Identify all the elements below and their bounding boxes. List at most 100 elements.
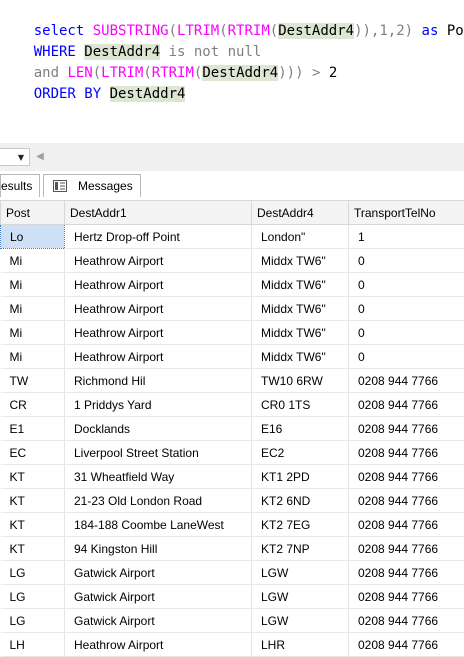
table-row[interactable]: TWRichmond HilTW10 6RW0208 944 7766 (1, 369, 464, 393)
cell-post[interactable]: Mi (1, 345, 65, 369)
cell-post[interactable]: E1 (1, 417, 65, 441)
table-row[interactable]: CR1 Priddys YardCR0 1TS0208 944 7766 (1, 393, 464, 417)
tab-results[interactable]: esults (0, 174, 40, 197)
cell-post[interactable]: LG (1, 585, 65, 609)
table-row[interactable]: MiHeathrow AirportMiddx TW6"0 (1, 345, 464, 369)
cell-transporttelno[interactable]: 0208 944 7766 (349, 633, 464, 657)
results-grid[interactable]: Post DestAddr1 DestAddr4 TransportTelNo … (0, 200, 464, 657)
cell-transporttelno[interactable]: 1 (349, 225, 464, 249)
column-header-transporttelno[interactable]: TransportTelNo (349, 201, 464, 225)
cell-transporttelno[interactable]: 0208 944 7766 (349, 393, 464, 417)
cell-destaddr4[interactable]: KT2 7NP (252, 537, 349, 561)
cell-destaddr4[interactable]: LGW (252, 609, 349, 633)
cell-post[interactable]: LG (1, 609, 65, 633)
cell-destaddr4[interactable]: E16 (252, 417, 349, 441)
cell-destaddr1[interactable]: Heathrow Airport (65, 633, 252, 657)
table-row[interactable]: KT21-23 Old London RoadKT2 6ND0208 944 7… (1, 489, 464, 513)
cell-transporttelno[interactable]: 0 (349, 321, 464, 345)
cell-transporttelno[interactable]: 0208 944 7766 (349, 609, 464, 633)
cell-destaddr4[interactable]: London" (252, 225, 349, 249)
cell-destaddr4[interactable]: LGW (252, 585, 349, 609)
cell-post[interactable]: TW (1, 369, 65, 393)
table-row[interactable]: KT184-188 Coombe LaneWestKT2 7EG0208 944… (1, 513, 464, 537)
cell-post[interactable]: KT (1, 513, 65, 537)
table-row[interactable]: MiHeathrow AirportMiddx TW6"0 (1, 249, 464, 273)
cell-destaddr1[interactable]: 21-23 Old London Road (65, 489, 252, 513)
horizontal-scrollbar[interactable] (0, 143, 464, 172)
cell-transporttelno[interactable]: 0208 944 7766 (349, 537, 464, 561)
cell-destaddr1[interactable]: 94 Kingston Hill (65, 537, 252, 561)
cell-transporttelno[interactable]: 0208 944 7766 (349, 585, 464, 609)
cell-destaddr1[interactable]: Docklands (65, 417, 252, 441)
cell-transporttelno[interactable]: 0208 944 7766 (349, 465, 464, 489)
table-row[interactable]: LoHertz Drop-off PointLondon"1 (1, 225, 464, 249)
cell-transporttelno[interactable]: 0208 944 7766 (349, 369, 464, 393)
table-row[interactable]: LGGatwick AirportLGW0208 944 7766 (1, 585, 464, 609)
cell-destaddr1[interactable]: Hertz Drop-off Point (65, 225, 252, 249)
cell-transporttelno[interactable]: 0208 944 7766 (349, 513, 464, 537)
cell-destaddr4[interactable]: EC2 (252, 441, 349, 465)
cell-post[interactable]: Mi (1, 297, 65, 321)
cell-destaddr4[interactable]: Middx TW6" (252, 297, 349, 321)
cell-destaddr1[interactable]: Heathrow Airport (65, 297, 252, 321)
cell-post[interactable]: KT (1, 465, 65, 489)
cell-destaddr4[interactable]: LHR (252, 633, 349, 657)
cell-destaddr1[interactable]: 1 Priddys Yard (65, 393, 252, 417)
zoom-dropdown[interactable]: ▼ (0, 148, 30, 166)
cell-post[interactable]: Mi (1, 321, 65, 345)
table-row[interactable]: ECLiverpool Street StationEC20208 944 77… (1, 441, 464, 465)
cell-post[interactable]: LH (1, 633, 65, 657)
cell-transporttelno[interactable]: 0 (349, 273, 464, 297)
cell-post[interactable]: Mi (1, 273, 65, 297)
cell-transporttelno[interactable]: 0 (349, 345, 464, 369)
cell-transporttelno[interactable]: 0208 944 7766 (349, 489, 464, 513)
table-row[interactable]: KT94 Kingston HillKT2 7NP0208 944 7766 (1, 537, 464, 561)
cell-destaddr4[interactable]: KT2 6ND (252, 489, 349, 513)
cell-destaddr1[interactable]: Gatwick Airport (65, 609, 252, 633)
cell-destaddr4[interactable]: Middx TW6" (252, 345, 349, 369)
column-header-destaddr4[interactable]: DestAddr4 (252, 201, 349, 225)
cell-post[interactable]: KT (1, 489, 65, 513)
cell-destaddr4[interactable]: Middx TW6" (252, 321, 349, 345)
table-row[interactable]: KT31 Wheatfield WayKT1 2PD0208 944 7766 (1, 465, 464, 489)
cell-destaddr1[interactable]: Gatwick Airport (65, 561, 252, 585)
cell-post[interactable]: CR (1, 393, 65, 417)
cell-post[interactable]: Lo (1, 225, 65, 249)
tab-messages[interactable]: Messages (43, 174, 141, 197)
table-row[interactable]: LGGatwick AirportLGW0208 944 7766 (1, 609, 464, 633)
cell-destaddr1[interactable]: Heathrow Airport (65, 321, 252, 345)
table-row[interactable]: MiHeathrow AirportMiddx TW6"0 (1, 297, 464, 321)
cell-transporttelno[interactable]: 0208 944 7766 (349, 441, 464, 465)
cell-destaddr4[interactable]: Middx TW6" (252, 273, 349, 297)
cell-post[interactable]: KT (1, 537, 65, 561)
cell-transporttelno[interactable]: 0208 944 7766 (349, 417, 464, 441)
cell-destaddr4[interactable]: CR0 1TS (252, 393, 349, 417)
cell-destaddr4[interactable]: TW10 6RW (252, 369, 349, 393)
cell-post[interactable]: LG (1, 561, 65, 585)
cell-destaddr1[interactable]: Heathrow Airport (65, 249, 252, 273)
cell-destaddr1[interactable]: Richmond Hil (65, 369, 252, 393)
cell-transporttelno[interactable]: 0208 944 7766 (349, 561, 464, 585)
cell-destaddr4[interactable]: KT2 7EG (252, 513, 349, 537)
chevron-left-icon[interactable]: ◀ (34, 148, 46, 166)
table-row[interactable]: LHHeathrow AirportLHR0208 944 7766 (1, 633, 464, 657)
cell-post[interactable]: Mi (1, 249, 65, 273)
column-header-destaddr1[interactable]: DestAddr1 (65, 201, 252, 225)
cell-destaddr4[interactable]: KT1 2PD (252, 465, 349, 489)
cell-destaddr1[interactable]: Gatwick Airport (65, 585, 252, 609)
cell-post[interactable]: EC (1, 441, 65, 465)
table-row[interactable]: MiHeathrow AirportMiddx TW6"0 (1, 321, 464, 345)
table-row[interactable]: LGGatwick AirportLGW0208 944 7766 (1, 561, 464, 585)
cell-destaddr1[interactable]: Heathrow Airport (65, 273, 252, 297)
cell-transporttelno[interactable]: 0 (349, 297, 464, 321)
cell-destaddr4[interactable]: LGW (252, 561, 349, 585)
cell-destaddr1[interactable]: Liverpool Street Station (65, 441, 252, 465)
cell-destaddr1[interactable]: 31 Wheatfield Way (65, 465, 252, 489)
table-row[interactable]: MiHeathrow AirportMiddx TW6"0 (1, 273, 464, 297)
cell-destaddr1[interactable]: 184-188 Coombe LaneWest (65, 513, 252, 537)
cell-transporttelno[interactable]: 0 (349, 249, 464, 273)
column-header-post[interactable]: Post (1, 201, 65, 225)
cell-destaddr4[interactable]: Middx TW6" (252, 249, 349, 273)
table-row[interactable]: E1DocklandsE160208 944 7766 (1, 417, 464, 441)
cell-destaddr1[interactable]: Heathrow Airport (65, 345, 252, 369)
